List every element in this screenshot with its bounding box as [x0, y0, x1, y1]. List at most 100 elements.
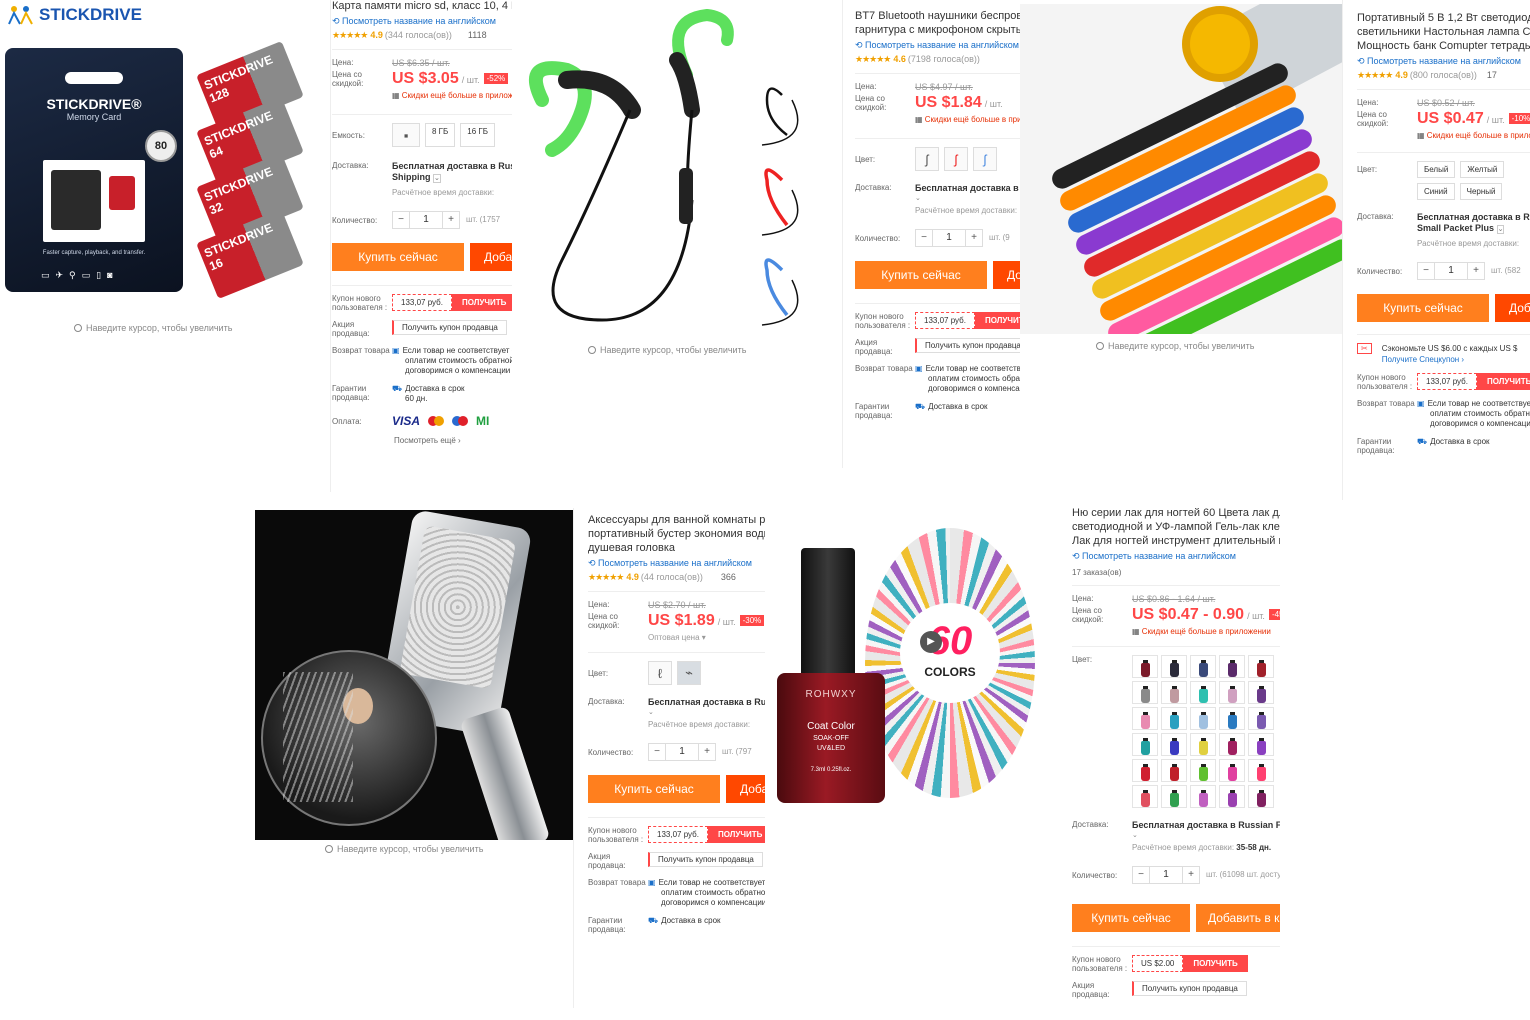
product-title[interactable]: Карта памяти micro sd, класс 10, 4 ГБ...: [332, 0, 512, 13]
product-title-line2[interactable]: светодиодной и УФ-лампой Гель-лак клей м…: [1072, 520, 1280, 534]
quantity-input[interactable]: 1: [1434, 263, 1468, 279]
color-swatch[interactable]: [1219, 733, 1245, 756]
play-icon[interactable]: ▶: [920, 631, 942, 653]
shipping-method[interactable]: Бесплатная доставка в Russian Federation: [1132, 820, 1280, 831]
product-title-line3[interactable]: душевая головка: [588, 541, 765, 555]
product-title[interactable]: Аксессуары для ванной комнаты ручной: [588, 513, 765, 527]
product-image-usb-lamp[interactable]: [1020, 4, 1342, 334]
plus-button[interactable]: +: [443, 212, 459, 228]
color-swatch[interactable]: [1132, 681, 1158, 704]
color-option-2[interactable]: ⌁: [677, 661, 701, 685]
quantity-input[interactable]: 1: [665, 744, 699, 760]
minus-button[interactable]: −: [1133, 867, 1149, 883]
get-coupon-button[interactable]: ПОЛУЧИТЬ: [1183, 955, 1248, 972]
color-option-white[interactable]: Белый: [1417, 161, 1456, 178]
product-title-line2[interactable]: светильники Настольная лампа Светодиод: [1357, 25, 1530, 39]
color-option-black[interactable]: ʃ: [915, 147, 939, 171]
color-swatch[interactable]: [1190, 707, 1216, 730]
chevron-down-icon[interactable]: ⌄: [915, 194, 1020, 202]
color-option-yellow[interactable]: Желтый: [1460, 161, 1505, 178]
color-swatch[interactable]: [1161, 681, 1187, 704]
color-swatch[interactable]: [1161, 785, 1187, 808]
translate-link[interactable]: Посмотреть название на английском: [1072, 551, 1280, 562]
buy-now-button[interactable]: Купить сейчас: [1072, 904, 1190, 932]
buy-now-button[interactable]: Купить сейчас: [1357, 294, 1489, 322]
get-coupon-button[interactable]: ПОЛУЧИТЬ: [707, 826, 765, 843]
color-option-blue[interactable]: Синий: [1417, 183, 1455, 200]
get-coupon-button[interactable]: ПОЛУЧИТЬ: [974, 312, 1020, 329]
color-swatch[interactable]: [1161, 655, 1187, 678]
translate-link[interactable]: Посмотреть название на английском: [332, 16, 512, 27]
add-to-cart-button[interactable]: Добавить в корзину: [1495, 294, 1530, 322]
shipping-method[interactable]: Бесплатная доставка в Russian Federation…: [392, 161, 512, 172]
shipping-method-2[interactable]: Small Packet Plus ⌄: [1417, 223, 1530, 235]
chevron-down-icon[interactable]: ⌄: [1132, 831, 1280, 839]
shipping-method[interactable]: Бесплатная доставка в Russian Federation…: [1417, 212, 1530, 223]
wholesale-price-dropdown[interactable]: Оптовая цена ▾: [648, 633, 764, 642]
color-option-black[interactable]: Черный: [1459, 183, 1503, 200]
color-swatch[interactable]: [1219, 655, 1245, 678]
color-swatch[interactable]: [1219, 707, 1245, 730]
product-image-nail-polish[interactable]: 60 COLORS ▶ ROHWXY Coat Color SOAK-OFF U…: [765, 528, 1055, 828]
minus-button[interactable]: −: [393, 212, 409, 228]
color-swatch[interactable]: [1132, 785, 1158, 808]
translate-link[interactable]: Посмотреть название на английском: [855, 40, 1020, 51]
translate-link[interactable]: Посмотреть название на английском: [588, 558, 765, 569]
color-swatch[interactable]: [1219, 681, 1245, 704]
quantity-input[interactable]: 1: [1149, 867, 1183, 883]
color-swatch[interactable]: [1190, 759, 1216, 782]
quantity-stepper[interactable]: −1 +: [392, 211, 460, 229]
seller-coupon-button[interactable]: Получить купон продавца: [648, 852, 763, 867]
color-swatch[interactable]: [1248, 733, 1274, 756]
product-title[interactable]: BT7 Bluetooth наушники беспроводные: [855, 9, 1020, 23]
get-coupon-button[interactable]: ПОЛУЧИТЬ: [451, 294, 512, 311]
color-swatch[interactable]: [1248, 785, 1274, 808]
add-to-cart-button[interactable]: Добавить в корзину: [1196, 904, 1280, 932]
product-title-line3[interactable]: Лак для ногтей инструмент длительный гел…: [1072, 534, 1280, 548]
color-swatch[interactable]: [1190, 655, 1216, 678]
quantity-input[interactable]: 1: [409, 212, 443, 228]
color-swatch[interactable]: [1132, 759, 1158, 782]
shipping-method[interactable]: Бесплатная доставка в Russian Federation: [648, 697, 765, 708]
quantity-stepper[interactable]: −1 +: [1132, 866, 1200, 884]
color-swatch[interactable]: [1248, 655, 1274, 678]
capacity-option-16gb[interactable]: 16 ГБ: [460, 123, 495, 147]
quantity-input[interactable]: 1: [932, 230, 966, 246]
add-to-cart-button[interactable]: Добавить в корзину: [993, 261, 1020, 289]
app-discount-link[interactable]: Скидки ещё больше в приложении: [1417, 131, 1530, 140]
color-option-blue[interactable]: ʃ: [973, 147, 997, 171]
product-image-sd-card[interactable]: STICKDRIVE STICKDRIVE® Memory Card 80 Fa…: [0, 0, 320, 320]
plus-button[interactable]: +: [1183, 867, 1199, 883]
shipping-method-2[interactable]: Shipping ⌄: [392, 172, 512, 184]
minus-button[interactable]: −: [1418, 263, 1434, 279]
app-discount-link[interactable]: Скидки ещё больше в приложении: [915, 115, 1020, 124]
capacity-option-image[interactable]: ▪: [392, 123, 420, 147]
color-swatch[interactable]: [1248, 759, 1274, 782]
minus-button[interactable]: −: [916, 230, 932, 246]
product-title-line2[interactable]: портативный бустер экономия воды: [588, 527, 765, 541]
chevron-down-icon[interactable]: ⌄: [648, 708, 765, 716]
product-title-line2[interactable]: гарнитура с микрофоном скрытые: [855, 23, 1020, 37]
plus-button[interactable]: +: [699, 744, 715, 760]
color-swatch[interactable]: [1132, 707, 1158, 730]
buy-now-button[interactable]: Купить сейчас: [588, 775, 720, 803]
plus-button[interactable]: +: [966, 230, 982, 246]
special-coupon-link[interactable]: Получите Спецкупон ›: [1382, 354, 1518, 365]
color-swatch[interactable]: [1219, 759, 1245, 782]
seller-coupon-button[interactable]: Получить купон продавца: [1132, 981, 1247, 996]
app-discount-link[interactable]: Скидки ещё больше в приложении: [392, 91, 512, 100]
color-swatch[interactable]: [1219, 785, 1245, 808]
product-image-shower-head[interactable]: [255, 510, 573, 840]
product-title[interactable]: Ню серии лак для ногтей 60 Цвета лак для…: [1072, 508, 1280, 520]
color-swatch[interactable]: [1190, 681, 1216, 704]
color-swatch[interactable]: [1190, 733, 1216, 756]
quantity-stepper[interactable]: −1 +: [915, 229, 983, 247]
color-swatch[interactable]: [1132, 733, 1158, 756]
color-swatch[interactable]: [1190, 785, 1216, 808]
translate-link[interactable]: Посмотреть название на английском: [1357, 56, 1530, 67]
shipping-method[interactable]: Бесплатная доставка в Russian Federation: [915, 183, 1020, 194]
color-option-red[interactable]: ʃ: [944, 147, 968, 171]
see-more-link[interactable]: Посмотреть ещё ›: [394, 436, 512, 445]
app-discount-link[interactable]: Скидки ещё больше в приложении: [1132, 627, 1280, 636]
color-swatch[interactable]: [1132, 655, 1158, 678]
